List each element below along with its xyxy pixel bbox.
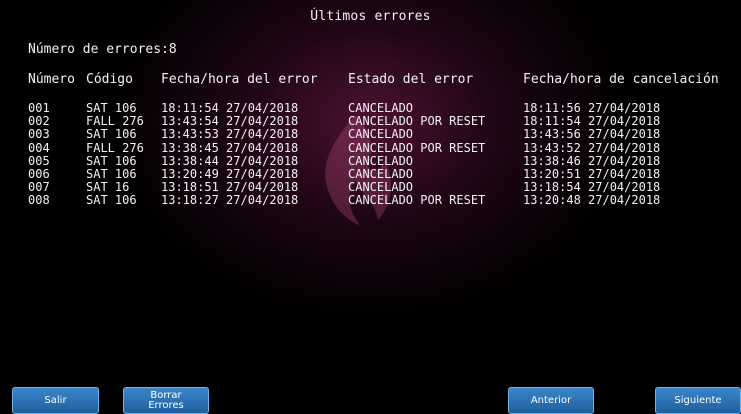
cell-numero: 008	[28, 193, 50, 208]
column-header-fecha-cancelacion: Fecha/hora de cancelación	[523, 72, 719, 87]
cell-codigo: SAT 106	[86, 127, 137, 142]
cell-codigo: SAT 106	[86, 101, 137, 115]
cell-codigo: FALL 276	[86, 140, 144, 155]
cell-codigo: SAT 106	[86, 193, 137, 208]
cell-fecha-error: 13:20:49 27/04/2018	[161, 166, 299, 181]
cell-numero: 001	[28, 101, 50, 115]
cell-fecha-error: 13:18:27 27/04/2018	[161, 193, 299, 208]
cell-estado: CANCELADO	[348, 101, 414, 115]
cell-estado: CANCELADO POR RESET	[348, 140, 486, 155]
cell-fecha-cancelacion: 13:20:48 27/04/2018	[523, 193, 661, 208]
previous-button-label: Anterior	[530, 394, 572, 406]
cell-estado: CANCELADO	[348, 180, 414, 195]
table-row: 005 SAT 106 13:38:44 27/04/2018 CANCELAD…	[0, 153, 741, 168]
cell-fecha-error: 13:43:53 27/04/2018	[161, 127, 299, 142]
cell-numero: 006	[28, 166, 50, 181]
error-table-body: 001 SAT 106 18:11:54 27/04/2018 CANCELAD…	[0, 102, 741, 208]
cell-codigo: FALL 276	[86, 114, 144, 129]
next-button-label: Siguiente	[674, 394, 722, 406]
cell-fecha-cancelacion: 13:43:56 27/04/2018	[523, 127, 661, 142]
column-header-fecha-error: Fecha/hora del error	[161, 72, 318, 87]
cell-fecha-cancelacion: 13:38:46 27/04/2018	[523, 153, 661, 168]
cell-estado: CANCELADO POR RESET	[348, 114, 486, 129]
exit-button-label: Salir	[44, 394, 67, 406]
cell-numero: 002	[28, 114, 50, 129]
cell-fecha-error: 18:11:54 27/04/2018	[161, 101, 299, 115]
cell-fecha-error: 13:38:44 27/04/2018	[161, 153, 299, 168]
cell-fecha-cancelacion: 13:20:51 27/04/2018	[523, 166, 661, 181]
clear-errors-label-line1: Borrar	[150, 389, 182, 401]
cell-estado: CANCELADO	[348, 153, 414, 168]
table-row: 003 SAT 106 13:43:53 27/04/2018 CANCELAD…	[0, 128, 741, 141]
table-row: 008 SAT 106 13:18:27 27/04/2018 CANCELAD…	[0, 194, 741, 207]
cell-numero: 005	[28, 153, 50, 168]
exit-button[interactable]: Salir	[12, 387, 99, 414]
cell-fecha-error: 13:38:45 27/04/2018	[161, 140, 299, 155]
cell-fecha-cancelacion: 13:43:52 27/04/2018	[523, 140, 661, 155]
column-header-estado: Estado del error	[348, 72, 474, 87]
error-history-screen: Últimos errores Número de errores:8 Núme…	[0, 0, 741, 414]
cell-fecha-error: 13:43:54 27/04/2018	[161, 114, 299, 129]
cell-numero: 004	[28, 140, 50, 155]
cell-fecha-error: 13:18:51 27/04/2018	[161, 180, 299, 195]
cell-estado: CANCELADO	[348, 127, 414, 142]
column-header-codigo: Código	[86, 72, 133, 87]
cell-fecha-cancelacion: 13:18:54 27/04/2018	[523, 180, 661, 195]
column-header-numero: Número	[28, 72, 75, 87]
cell-numero: 003	[28, 127, 50, 142]
cell-fecha-cancelacion: 18:11:56 27/04/2018	[523, 101, 661, 115]
cell-estado: CANCELADO	[348, 166, 414, 181]
clear-errors-label-line2: Errores	[148, 399, 184, 411]
cell-codigo: SAT 106	[86, 166, 137, 181]
clear-errors-button[interactable]: Borrar Errores	[123, 387, 209, 414]
cell-numero: 007	[28, 180, 50, 195]
error-count: Número de errores:8	[28, 42, 177, 57]
cell-estado: CANCELADO POR RESET	[348, 193, 486, 208]
next-button[interactable]: Siguiente	[655, 387, 741, 414]
cell-fecha-cancelacion: 18:11:54 27/04/2018	[523, 114, 661, 129]
page-title: Últimos errores	[310, 9, 431, 24]
cell-codigo: SAT 106	[86, 153, 137, 168]
table-row: 004 FALL 276 13:38:45 27/04/2018 CANCELA…	[0, 140, 741, 155]
cell-codigo: SAT 16	[86, 180, 130, 195]
previous-button[interactable]: Anterior	[508, 387, 594, 414]
